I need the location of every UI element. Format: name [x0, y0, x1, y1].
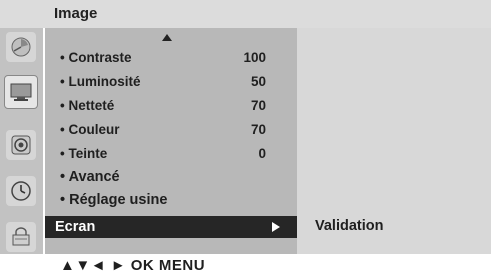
menu-item-ecran[interactable]: Ecran	[45, 216, 297, 238]
menu-item-luminosite[interactable]: • Luminosité	[60, 74, 140, 89]
scroll-up-icon	[162, 34, 172, 41]
submenu-arrow-icon	[272, 222, 280, 232]
sub-item-validation[interactable]: Validation	[315, 218, 384, 234]
clock-icon[interactable]	[6, 176, 36, 206]
picture-icon[interactable]	[6, 32, 36, 62]
menu-item-couleur[interactable]: • Couleur	[60, 122, 119, 137]
menu-value-teinte: 0	[258, 146, 266, 161]
menu-value-contraste: 100	[243, 50, 266, 65]
menu-item-nettete[interactable]: • Netteté	[60, 98, 114, 113]
menu-value-couleur: 70	[250, 122, 266, 137]
lock-icon[interactable]	[6, 222, 36, 252]
title-bar: Image	[0, 0, 491, 28]
menu-value-luminosite: 50	[250, 74, 266, 89]
menu-item-avance[interactable]: • Avancé	[60, 169, 120, 185]
menu-item-ecran-label: Ecran	[55, 219, 96, 235]
page-title: Image	[54, 5, 98, 22]
menu-value-nettete: 70	[250, 98, 266, 113]
sound-icon[interactable]	[6, 130, 36, 160]
screen-icon[interactable]	[4, 75, 38, 109]
menu-item-reglage-usine[interactable]: • Réglage usine	[60, 192, 167, 208]
footer: ▲▼◄ ► OK MENU	[0, 254, 491, 277]
navigation-hint: ▲▼◄ ► OK MENU	[60, 257, 206, 274]
sidebar	[0, 28, 43, 254]
menu-item-teinte[interactable]: • Teinte	[60, 146, 107, 161]
menu-item-contraste[interactable]: • Contraste	[60, 50, 132, 65]
